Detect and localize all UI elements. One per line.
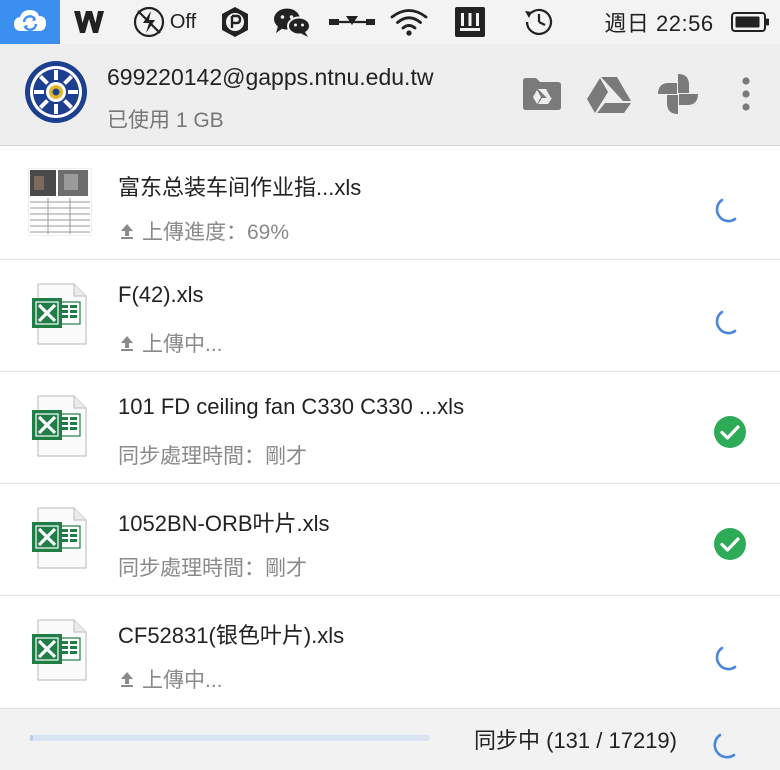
sync-progress-bar xyxy=(30,735,430,741)
time-machine-icon[interactable] xyxy=(516,0,562,44)
sound-io-icon[interactable] xyxy=(326,0,378,44)
file-name: 1052BN-ORB叶片.xls xyxy=(118,511,330,536)
file-status: 上傳中... xyxy=(118,664,223,694)
drive-folder-icon xyxy=(523,78,561,110)
more-options-button[interactable] xyxy=(722,70,770,118)
syncing-spinner-icon xyxy=(710,636,750,676)
file-row[interactable]: CF52831(银色叶片).xls 上傳中... xyxy=(0,596,780,708)
file-row[interactable]: 1052BN-ORB叶片.xls 同步處理時間：剛才 xyxy=(0,484,780,596)
open-google-photos-button[interactable] xyxy=(654,70,702,118)
excel-file-icon xyxy=(28,504,92,572)
sync-count-status: 同步中 (131 / 17219) xyxy=(474,728,677,753)
file-status: 同步處理時間：剛才 xyxy=(118,440,307,470)
sync-footer: 同步中 (131 / 17219) xyxy=(0,708,780,770)
wechat-icon[interactable] xyxy=(268,0,316,44)
ntnu-logo-avatar[interactable] xyxy=(24,60,88,124)
file-status-text: 同步處理時間：剛才 xyxy=(118,445,307,468)
document-thumbnail xyxy=(27,167,93,237)
sync-complete-check-icon xyxy=(710,412,750,452)
open-google-drive-button[interactable] xyxy=(585,70,633,118)
account-email: 699220142@gapps.ntnu.edu.tw xyxy=(107,64,434,90)
file-name: 101 FD ceiling fan C330 C330 ...xls xyxy=(118,394,465,419)
backup-and-sync-menubar-icon[interactable] xyxy=(0,0,60,44)
power-off-status[interactable]: Off xyxy=(126,0,202,44)
sync-file-list: 富东总装车间作业指...xls 上傳進度：69% F(42).xls 上傳中..… xyxy=(0,148,780,708)
file-status-text: 上傳中... xyxy=(142,669,223,692)
syncing-spinner-icon xyxy=(710,300,750,340)
file-row[interactable]: 101 FD ceiling fan C330 C330 ...xls 同步處理… xyxy=(0,372,780,484)
account-header: 699220142@gapps.ntnu.edu.tw 已使用 1 GB xyxy=(0,44,780,146)
sync-complete-check-icon xyxy=(710,524,750,564)
open-drive-folder-button[interactable] xyxy=(518,70,566,118)
excel-file-icon xyxy=(28,280,92,348)
file-status: 同步處理時間：剛才 xyxy=(118,552,307,582)
clipboard-app-icon[interactable] xyxy=(448,0,492,44)
excel-file-icon xyxy=(28,392,92,460)
more-vert-icon xyxy=(742,77,750,111)
power-off-label: Off xyxy=(169,10,197,33)
file-status-text: 同步處理時間：剛才 xyxy=(118,557,307,580)
wifi-icon[interactable] xyxy=(386,0,432,44)
w-app-icon[interactable] xyxy=(70,0,108,44)
file-row[interactable]: F(42).xls 上傳中... xyxy=(0,260,780,372)
menu-clock[interactable]: 週日 22:56 xyxy=(594,0,724,44)
upload-arrow-icon xyxy=(121,224,133,239)
footer-syncing-spinner-icon xyxy=(710,725,746,761)
file-name: F(42).xls xyxy=(118,282,204,307)
p-badge-icon[interactable] xyxy=(214,0,256,44)
menu-bar: Off 週日 22:56 xyxy=(0,0,780,44)
excel-file-icon xyxy=(28,616,92,684)
sync-progress-fill xyxy=(30,735,34,741)
file-status: 上傳進度：69% xyxy=(118,216,289,246)
file-row[interactable]: 富东总装车间作业指...xls 上傳進度：69% xyxy=(0,148,780,260)
file-status: 上傳中... xyxy=(118,328,223,358)
file-name: 富东总装车间作业指...xls xyxy=(118,175,362,200)
syncing-spinner-icon xyxy=(710,188,750,228)
upload-arrow-icon xyxy=(121,336,133,351)
google-photos-icon xyxy=(658,74,698,114)
file-name: CF52831(银色叶片).xls xyxy=(118,623,345,648)
battery-icon[interactable] xyxy=(728,0,774,44)
upload-arrow-icon xyxy=(121,672,133,687)
power-icon xyxy=(133,6,164,38)
file-status-text: 上傳進度：69% xyxy=(142,221,290,244)
file-status-text: 上傳中... xyxy=(142,333,223,356)
storage-usage: 已使用 1 GB xyxy=(107,109,224,132)
google-drive-icon xyxy=(587,77,631,113)
